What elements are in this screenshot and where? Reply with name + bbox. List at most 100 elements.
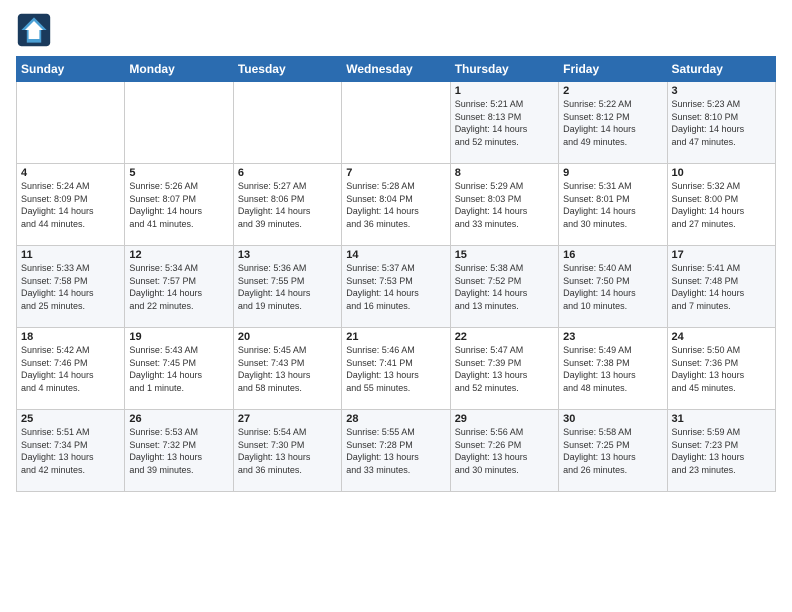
- day-number: 1: [455, 85, 554, 97]
- day-number: 17: [672, 249, 771, 261]
- day-info: Sunrise: 5:58 AM Sunset: 7:25 PM Dayligh…: [563, 426, 662, 476]
- calendar-cell: 8Sunrise: 5:29 AM Sunset: 8:03 PM Daylig…: [450, 164, 558, 246]
- day-number: 15: [455, 249, 554, 261]
- calendar-cell: [342, 82, 450, 164]
- day-number: 13: [238, 249, 337, 261]
- day-number: 8: [455, 167, 554, 179]
- day-number: 10: [672, 167, 771, 179]
- calendar-cell: 11Sunrise: 5:33 AM Sunset: 7:58 PM Dayli…: [17, 246, 125, 328]
- calendar-cell: 24Sunrise: 5:50 AM Sunset: 7:36 PM Dayli…: [667, 328, 775, 410]
- calendar-cell: 15Sunrise: 5:38 AM Sunset: 7:52 PM Dayli…: [450, 246, 558, 328]
- logo-icon: [16, 12, 52, 48]
- day-number: 29: [455, 413, 554, 425]
- day-number: 24: [672, 331, 771, 343]
- header: [16, 12, 776, 48]
- calendar-week-1: 1Sunrise: 5:21 AM Sunset: 8:13 PM Daylig…: [17, 82, 776, 164]
- header-cell-friday: Friday: [559, 57, 667, 82]
- calendar-cell: [233, 82, 341, 164]
- header-cell-saturday: Saturday: [667, 57, 775, 82]
- calendar-cell: 1Sunrise: 5:21 AM Sunset: 8:13 PM Daylig…: [450, 82, 558, 164]
- day-info: Sunrise: 5:29 AM Sunset: 8:03 PM Dayligh…: [455, 180, 554, 230]
- calendar-cell: 2Sunrise: 5:22 AM Sunset: 8:12 PM Daylig…: [559, 82, 667, 164]
- calendar-cell: 6Sunrise: 5:27 AM Sunset: 8:06 PM Daylig…: [233, 164, 341, 246]
- day-number: 6: [238, 167, 337, 179]
- day-info: Sunrise: 5:38 AM Sunset: 7:52 PM Dayligh…: [455, 262, 554, 312]
- calendar-header: SundayMondayTuesdayWednesdayThursdayFrid…: [17, 57, 776, 82]
- calendar-cell: 5Sunrise: 5:26 AM Sunset: 8:07 PM Daylig…: [125, 164, 233, 246]
- day-info: Sunrise: 5:31 AM Sunset: 8:01 PM Dayligh…: [563, 180, 662, 230]
- calendar-cell: 7Sunrise: 5:28 AM Sunset: 8:04 PM Daylig…: [342, 164, 450, 246]
- day-info: Sunrise: 5:22 AM Sunset: 8:12 PM Dayligh…: [563, 98, 662, 148]
- calendar-cell: 4Sunrise: 5:24 AM Sunset: 8:09 PM Daylig…: [17, 164, 125, 246]
- header-cell-monday: Monday: [125, 57, 233, 82]
- day-number: 21: [346, 331, 445, 343]
- day-number: 26: [129, 413, 228, 425]
- calendar-cell: 22Sunrise: 5:47 AM Sunset: 7:39 PM Dayli…: [450, 328, 558, 410]
- calendar-cell: 14Sunrise: 5:37 AM Sunset: 7:53 PM Dayli…: [342, 246, 450, 328]
- calendar-cell: [17, 82, 125, 164]
- day-info: Sunrise: 5:33 AM Sunset: 7:58 PM Dayligh…: [21, 262, 120, 312]
- day-info: Sunrise: 5:23 AM Sunset: 8:10 PM Dayligh…: [672, 98, 771, 148]
- day-number: 25: [21, 413, 120, 425]
- day-info: Sunrise: 5:42 AM Sunset: 7:46 PM Dayligh…: [21, 344, 120, 394]
- page: SundayMondayTuesdayWednesdayThursdayFrid…: [0, 0, 792, 500]
- calendar-week-5: 25Sunrise: 5:51 AM Sunset: 7:34 PM Dayli…: [17, 410, 776, 492]
- calendar-cell: 31Sunrise: 5:59 AM Sunset: 7:23 PM Dayli…: [667, 410, 775, 492]
- day-number: 30: [563, 413, 662, 425]
- day-info: Sunrise: 5:59 AM Sunset: 7:23 PM Dayligh…: [672, 426, 771, 476]
- day-info: Sunrise: 5:34 AM Sunset: 7:57 PM Dayligh…: [129, 262, 228, 312]
- day-info: Sunrise: 5:56 AM Sunset: 7:26 PM Dayligh…: [455, 426, 554, 476]
- day-info: Sunrise: 5:43 AM Sunset: 7:45 PM Dayligh…: [129, 344, 228, 394]
- day-info: Sunrise: 5:36 AM Sunset: 7:55 PM Dayligh…: [238, 262, 337, 312]
- header-cell-thursday: Thursday: [450, 57, 558, 82]
- calendar-cell: 13Sunrise: 5:36 AM Sunset: 7:55 PM Dayli…: [233, 246, 341, 328]
- day-info: Sunrise: 5:24 AM Sunset: 8:09 PM Dayligh…: [21, 180, 120, 230]
- day-info: Sunrise: 5:55 AM Sunset: 7:28 PM Dayligh…: [346, 426, 445, 476]
- day-info: Sunrise: 5:47 AM Sunset: 7:39 PM Dayligh…: [455, 344, 554, 394]
- calendar-cell: 26Sunrise: 5:53 AM Sunset: 7:32 PM Dayli…: [125, 410, 233, 492]
- calendar-cell: 10Sunrise: 5:32 AM Sunset: 8:00 PM Dayli…: [667, 164, 775, 246]
- day-number: 16: [563, 249, 662, 261]
- calendar-cell: 19Sunrise: 5:43 AM Sunset: 7:45 PM Dayli…: [125, 328, 233, 410]
- calendar-cell: 20Sunrise: 5:45 AM Sunset: 7:43 PM Dayli…: [233, 328, 341, 410]
- calendar-cell: 21Sunrise: 5:46 AM Sunset: 7:41 PM Dayli…: [342, 328, 450, 410]
- calendar-cell: 3Sunrise: 5:23 AM Sunset: 8:10 PM Daylig…: [667, 82, 775, 164]
- day-info: Sunrise: 5:21 AM Sunset: 8:13 PM Dayligh…: [455, 98, 554, 148]
- calendar-cell: [125, 82, 233, 164]
- calendar-week-2: 4Sunrise: 5:24 AM Sunset: 8:09 PM Daylig…: [17, 164, 776, 246]
- day-number: 31: [672, 413, 771, 425]
- day-number: 18: [21, 331, 120, 343]
- day-info: Sunrise: 5:27 AM Sunset: 8:06 PM Dayligh…: [238, 180, 337, 230]
- calendar-cell: 12Sunrise: 5:34 AM Sunset: 7:57 PM Dayli…: [125, 246, 233, 328]
- calendar-cell: 29Sunrise: 5:56 AM Sunset: 7:26 PM Dayli…: [450, 410, 558, 492]
- calendar-cell: 18Sunrise: 5:42 AM Sunset: 7:46 PM Dayli…: [17, 328, 125, 410]
- header-cell-tuesday: Tuesday: [233, 57, 341, 82]
- day-info: Sunrise: 5:49 AM Sunset: 7:38 PM Dayligh…: [563, 344, 662, 394]
- day-info: Sunrise: 5:53 AM Sunset: 7:32 PM Dayligh…: [129, 426, 228, 476]
- calendar-cell: 27Sunrise: 5:54 AM Sunset: 7:30 PM Dayli…: [233, 410, 341, 492]
- calendar-week-3: 11Sunrise: 5:33 AM Sunset: 7:58 PM Dayli…: [17, 246, 776, 328]
- day-info: Sunrise: 5:54 AM Sunset: 7:30 PM Dayligh…: [238, 426, 337, 476]
- day-info: Sunrise: 5:51 AM Sunset: 7:34 PM Dayligh…: [21, 426, 120, 476]
- day-number: 11: [21, 249, 120, 261]
- calendar-body: 1Sunrise: 5:21 AM Sunset: 8:13 PM Daylig…: [17, 82, 776, 492]
- day-number: 22: [455, 331, 554, 343]
- day-number: 9: [563, 167, 662, 179]
- day-info: Sunrise: 5:50 AM Sunset: 7:36 PM Dayligh…: [672, 344, 771, 394]
- calendar-cell: 23Sunrise: 5:49 AM Sunset: 7:38 PM Dayli…: [559, 328, 667, 410]
- day-number: 14: [346, 249, 445, 261]
- calendar-week-4: 18Sunrise: 5:42 AM Sunset: 7:46 PM Dayli…: [17, 328, 776, 410]
- day-number: 5: [129, 167, 228, 179]
- day-number: 23: [563, 331, 662, 343]
- header-cell-sunday: Sunday: [17, 57, 125, 82]
- day-number: 4: [21, 167, 120, 179]
- day-info: Sunrise: 5:37 AM Sunset: 7:53 PM Dayligh…: [346, 262, 445, 312]
- logo: [16, 12, 58, 48]
- day-number: 19: [129, 331, 228, 343]
- calendar-cell: 25Sunrise: 5:51 AM Sunset: 7:34 PM Dayli…: [17, 410, 125, 492]
- calendar-cell: 30Sunrise: 5:58 AM Sunset: 7:25 PM Dayli…: [559, 410, 667, 492]
- day-number: 2: [563, 85, 662, 97]
- day-number: 27: [238, 413, 337, 425]
- calendar-cell: 16Sunrise: 5:40 AM Sunset: 7:50 PM Dayli…: [559, 246, 667, 328]
- day-info: Sunrise: 5:46 AM Sunset: 7:41 PM Dayligh…: [346, 344, 445, 394]
